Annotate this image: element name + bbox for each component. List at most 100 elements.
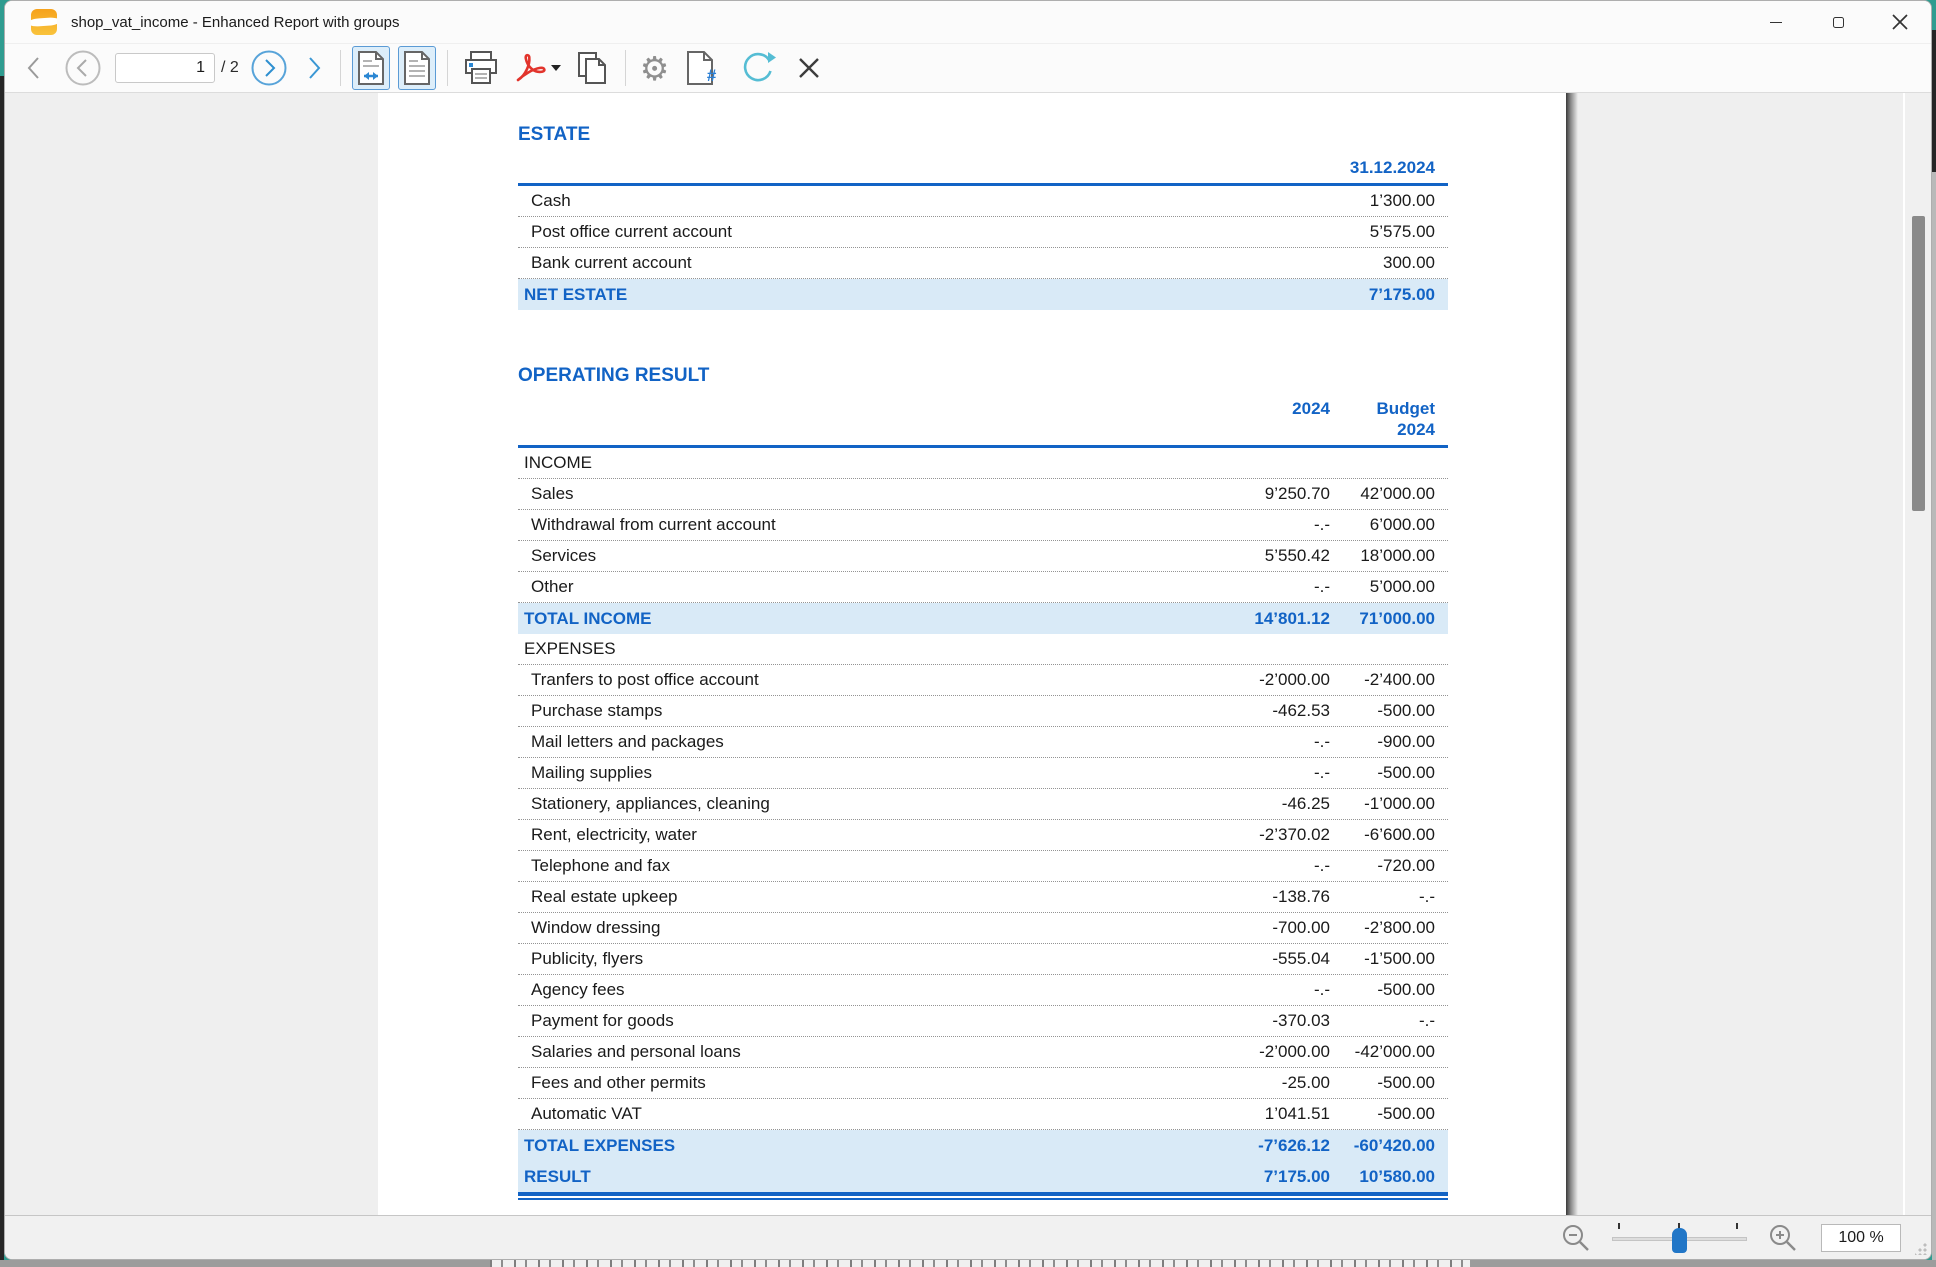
zoom-out-button[interactable] bbox=[1558, 1220, 1594, 1256]
app-icon bbox=[31, 9, 57, 35]
zoom-out-icon bbox=[1561, 1223, 1591, 1253]
table-row: Services 5’550.42 18’000.00 bbox=[518, 541, 1448, 572]
row-label: Cash bbox=[518, 191, 1330, 211]
page-numbering-button[interactable]: # bbox=[682, 47, 718, 89]
row-value-2024: 5’550.42 bbox=[1225, 546, 1330, 566]
row-value-2024: -.- bbox=[1225, 577, 1330, 597]
column-header-budget: Budget 2024 bbox=[1330, 398, 1448, 440]
budget-label: Budget bbox=[1330, 398, 1435, 419]
window-shadow-right bbox=[1932, 172, 1936, 1260]
gear-icon: ⚙ bbox=[640, 52, 670, 85]
net-estate-total-row: NET ESTATE 7’175.00 bbox=[518, 279, 1448, 310]
row-value-2024: -.- bbox=[1225, 763, 1330, 783]
column-header-2024: 2024 bbox=[1225, 398, 1330, 419]
table-row: Stationery, appliances, cleaning -46.25 … bbox=[518, 789, 1448, 820]
fit-width-button[interactable] bbox=[352, 46, 390, 90]
row-value-2024: -370.03 bbox=[1225, 1011, 1330, 1031]
row-value-budget: -6’600.00 bbox=[1330, 825, 1448, 845]
row-value-budget: -500.00 bbox=[1330, 1104, 1448, 1124]
row-value-budget: 42’000.00 bbox=[1330, 484, 1448, 504]
row-label: Agency fees bbox=[518, 980, 1225, 1000]
settings-button[interactable]: ⚙ bbox=[637, 49, 673, 88]
row-label: Mailing supplies bbox=[518, 763, 1225, 783]
desktop-background: shop_vat_income - Enhanced Report with g… bbox=[0, 0, 1936, 1267]
page-shadow bbox=[1566, 93, 1578, 1215]
close-preview-icon bbox=[795, 54, 823, 82]
row-value-2024: 9’250.70 bbox=[1225, 484, 1330, 504]
export-pdf-button[interactable] bbox=[511, 48, 564, 88]
row-value-2024: -555.04 bbox=[1225, 949, 1330, 969]
hash-icon: # bbox=[707, 66, 716, 86]
preview-window: shop_vat_income - Enhanced Report with g… bbox=[4, 0, 1932, 1260]
title-bar: shop_vat_income - Enhanced Report with g… bbox=[5, 1, 1931, 43]
row-value-budget: -60’420.00 bbox=[1330, 1136, 1448, 1156]
refresh-button[interactable] bbox=[736, 47, 780, 89]
table-row: Other -.- 5’000.00 bbox=[518, 572, 1448, 603]
close-icon bbox=[1889, 11, 1911, 33]
row-value: 1’300.00 bbox=[1330, 191, 1448, 211]
table-row: Payment for goods -370.03 -.- bbox=[518, 1006, 1448, 1037]
background-toolbar-sliver bbox=[490, 1260, 1470, 1267]
resize-grip[interactable] bbox=[1915, 1243, 1927, 1255]
background-window-sliver bbox=[0, 1260, 1936, 1267]
table-row: Mail letters and packages -.- -900.00 bbox=[518, 727, 1448, 758]
zoom-slider[interactable] bbox=[1612, 1223, 1747, 1253]
previous-page-button[interactable] bbox=[19, 50, 51, 86]
table-row: Publicity, flyers -555.04 -1’500.00 bbox=[518, 944, 1448, 975]
row-label: Purchase stamps bbox=[518, 701, 1225, 721]
row-value-budget: -42’000.00 bbox=[1330, 1042, 1448, 1062]
table-row: Withdrawal from current account -.- 6’00… bbox=[518, 510, 1448, 541]
row-value-2024: -138.76 bbox=[1225, 887, 1330, 907]
row-value-budget: 18’000.00 bbox=[1330, 546, 1448, 566]
zoom-in-button[interactable] bbox=[1765, 1220, 1801, 1256]
window-title: shop_vat_income - Enhanced Report with g… bbox=[71, 14, 400, 31]
row-value: 5’575.00 bbox=[1330, 222, 1448, 242]
row-value-budget: -900.00 bbox=[1330, 732, 1448, 752]
print-button[interactable] bbox=[459, 47, 503, 89]
table-row: Tranfers to post office account -2’000.0… bbox=[518, 665, 1448, 696]
row-value-budget: 10’580.00 bbox=[1330, 1167, 1448, 1187]
close-button[interactable] bbox=[1869, 1, 1931, 43]
maximize-button[interactable] bbox=[1807, 1, 1869, 43]
close-preview-button[interactable] bbox=[792, 51, 826, 85]
vertical-scrollbar[interactable] bbox=[1903, 93, 1931, 1215]
row-label: NET ESTATE bbox=[518, 285, 1330, 305]
row-value-budget: 71’000.00 bbox=[1330, 609, 1448, 629]
row-label: Automatic VAT bbox=[518, 1104, 1225, 1124]
row-label: Withdrawal from current account bbox=[518, 515, 1225, 535]
table-row: Sales 9’250.70 42’000.00 bbox=[518, 479, 1448, 510]
page-number-input[interactable] bbox=[115, 53, 215, 83]
circled-chevron-left-icon bbox=[64, 49, 102, 87]
row-label: Fees and other permits bbox=[518, 1073, 1225, 1093]
page-count-label: / 2 bbox=[221, 59, 239, 77]
row-label: Sales bbox=[518, 484, 1225, 504]
row-label: Real estate upkeep bbox=[518, 887, 1225, 907]
background-window-edge-right bbox=[1932, 30, 1936, 172]
row-value-2024: 14’801.12 bbox=[1225, 609, 1330, 629]
minimize-icon bbox=[1770, 22, 1782, 23]
row-value-budget: -500.00 bbox=[1330, 701, 1448, 721]
row-value-budget: -1’500.00 bbox=[1330, 949, 1448, 969]
page-back-circle-button[interactable] bbox=[61, 46, 105, 90]
row-value-2024: -462.53 bbox=[1225, 701, 1330, 721]
toolbar-separator bbox=[625, 50, 626, 86]
minimize-button[interactable] bbox=[1745, 1, 1807, 43]
fit-page-icon bbox=[401, 49, 433, 87]
row-value-budget: 5’000.00 bbox=[1330, 577, 1448, 597]
row-label: Telephone and fax bbox=[518, 856, 1225, 876]
row-value-2024: -7’626.12 bbox=[1225, 1136, 1330, 1156]
copy-button[interactable] bbox=[570, 46, 614, 90]
row-label: Bank current account bbox=[518, 253, 1330, 273]
page-forward-circle-button[interactable] bbox=[247, 46, 291, 90]
scrollbar-thumb[interactable] bbox=[1912, 216, 1925, 511]
row-label: Salaries and personal loans bbox=[518, 1042, 1225, 1062]
slider-handle[interactable] bbox=[1672, 1228, 1687, 1253]
row-value-2024: 1’041.51 bbox=[1225, 1104, 1330, 1124]
pdf-dropdown-caret-icon bbox=[551, 65, 561, 71]
fit-page-button[interactable] bbox=[398, 46, 436, 90]
zoom-percentage-input[interactable] bbox=[1821, 1224, 1901, 1252]
next-page-button[interactable] bbox=[297, 50, 329, 86]
row-label: Payment for goods bbox=[518, 1011, 1225, 1031]
chevron-right-icon bbox=[300, 53, 326, 83]
zoom-in-icon bbox=[1768, 1223, 1798, 1253]
